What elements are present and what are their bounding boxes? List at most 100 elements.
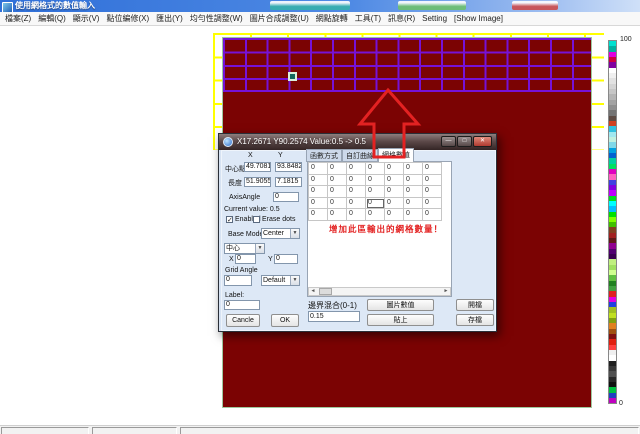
grid-cell[interactable]: 0 [423, 175, 442, 187]
cancel-button[interactable]: Cancle [226, 314, 260, 327]
dialog-title: X17.2671 Y90.2574 Value:0.5 -> 0.5 [237, 134, 366, 149]
axis-angle-field[interactable]: 0 [273, 192, 299, 202]
grid-cell[interactable]: 0 [385, 175, 404, 187]
chevron-down-icon: ▼ [255, 244, 264, 253]
ok-button[interactable]: OK [271, 314, 299, 327]
close-button[interactable]: ✕ [473, 136, 492, 147]
value-grid: 00000000000000000000000000000000000 [308, 162, 442, 221]
scroll-right-icon[interactable]: ► [442, 288, 450, 295]
grid-cell[interactable]: 0 [423, 163, 442, 175]
status-bar [0, 425, 640, 434]
grid-cell[interactable]: 0 [385, 186, 404, 198]
grid-cell[interactable]: 0 [404, 175, 423, 187]
grid-cell[interactable]: 0 [328, 198, 347, 210]
grid-angle-mode-select[interactable]: Default ▼ [261, 275, 300, 286]
grid-angle-field[interactable]: 0 [224, 275, 252, 286]
menu-item[interactable]: [Show Image] [454, 14, 503, 23]
enabled-checkbox[interactable]: ✓ [226, 216, 233, 223]
center-x-field[interactable]: 49.7081 [244, 162, 271, 172]
grid-cell[interactable]: 0 [309, 198, 328, 210]
anchor-value: 中心 [225, 244, 255, 253]
grid-cell[interactable]: 0 [385, 209, 404, 221]
grid-cell[interactable]: 0 [404, 209, 423, 221]
grid-cell[interactable]: 0 [309, 175, 328, 187]
menu-item[interactable]: 均勻性調整(W) [190, 13, 243, 24]
chevron-down-icon: ▼ [290, 229, 299, 238]
selected-point-marker[interactable] [288, 72, 297, 81]
grid-cell[interactable]: 0 [347, 186, 366, 198]
colorbar[interactable] [608, 40, 617, 404]
menu-item[interactable]: 點位編修(X) [106, 13, 149, 24]
minimize-button[interactable]: — [441, 136, 456, 147]
dot-grid [223, 38, 591, 92]
dialog-titlebar[interactable]: X17.2671 Y90.2574 Value:0.5 -> 0.5 — □ ✕ [219, 134, 496, 150]
center-y-field[interactable]: 93.8482 [275, 162, 302, 172]
menu-item[interactable]: 訊息(R) [388, 13, 415, 24]
window-titlebar[interactable]: 使用網格式的數值輸入 [0, 0, 640, 12]
menu-item[interactable]: 圖片合成調整(U) [250, 13, 309, 24]
grid-cell[interactable]: 0 [423, 209, 442, 221]
length-y-field[interactable]: 7.1815 [275, 177, 302, 187]
grid-cell[interactable]: 0 [328, 175, 347, 187]
image-values-button[interactable]: 圖片數值 [367, 299, 434, 311]
menu-item[interactable]: 編輯(Q) [38, 13, 66, 24]
grid-cell[interactable]: 0 [404, 198, 423, 210]
menu-item[interactable]: 檔案(Z) [5, 13, 31, 24]
open-file-button[interactable]: 開檔 [456, 299, 494, 311]
dialog-icon [223, 137, 233, 147]
axis-angle-label: AxisAngle [229, 194, 260, 201]
maximize-button[interactable]: □ [457, 136, 472, 147]
center-label: 中心點 [225, 164, 246, 174]
grid-cell[interactable]: 0 [309, 186, 328, 198]
menu-item[interactable]: 顯示(V) [73, 13, 100, 24]
grid-cell[interactable]: 0 [423, 186, 442, 198]
label-field[interactable]: 0 [224, 300, 260, 310]
colorbar-min-label: 0 [619, 400, 623, 407]
current-value-text: Current value: 0.5 [224, 206, 280, 213]
grid-cell[interactable]: 0 [347, 209, 366, 221]
grid-cell[interactable]: 0 [366, 186, 385, 198]
column-header-x: X [248, 152, 253, 159]
grid-angle-mode-value: Default [262, 276, 290, 285]
base-mode-value: Center [262, 229, 290, 238]
menu-item[interactable]: Setting [422, 14, 447, 23]
grid-cell[interactable]: 0 [404, 186, 423, 198]
grid-cell[interactable]: 0 [366, 163, 385, 175]
scrollbar-thumb[interactable] [319, 288, 332, 295]
anchor-select[interactable]: 中心 ▼ [224, 243, 265, 254]
grid-value-dialog: X17.2671 Y90.2574 Value:0.5 -> 0.5 — □ ✕… [218, 133, 497, 332]
grid-cell[interactable]: 0 [385, 163, 404, 175]
base-mode-label: Base Mode [228, 231, 263, 238]
grid-cell[interactable]: 0 [404, 163, 423, 175]
x-offset-field[interactable]: 0 [235, 254, 256, 264]
grid-cell[interactable]: 0 [309, 209, 328, 221]
erase-dots-label: Erase dots [262, 216, 295, 223]
erase-dots-checkbox[interactable] [253, 216, 260, 223]
grid-cell[interactable]: 0 [385, 198, 404, 210]
grid-cell[interactable]: 0 [347, 198, 366, 210]
boundary-blend-field[interactable]: 0.15 [308, 311, 360, 322]
base-mode-select[interactable]: Center ▼ [261, 228, 300, 239]
grid-cell[interactable]: 0 [328, 186, 347, 198]
tab-3[interactable]: 網格數值 [378, 148, 414, 162]
grid-cell[interactable]: 0 [366, 175, 385, 187]
horizontal-scrollbar[interactable]: ◄ ► [308, 287, 451, 296]
grid-cell[interactable]: 0 [328, 163, 347, 175]
colorbar-band[interactable] [609, 398, 616, 403]
scroll-left-icon[interactable]: ◄ [309, 288, 317, 295]
grid-cell[interactable]: 0 [366, 198, 385, 210]
grid-cell[interactable]: 0 [366, 209, 385, 221]
grid-cell[interactable]: 0 [347, 163, 366, 175]
paste-button[interactable]: 貼上 [367, 314, 434, 326]
y-offset-field[interactable]: 0 [274, 254, 298, 264]
menu-item[interactable]: 匯出(Y) [156, 13, 183, 24]
menu-item[interactable]: 工具(T) [355, 13, 381, 24]
colorbar-max-label: 100 [620, 36, 632, 43]
grid-cell[interactable]: 0 [347, 175, 366, 187]
length-x-field[interactable]: 51.9055 [244, 177, 271, 187]
grid-cell[interactable]: 0 [328, 209, 347, 221]
save-file-button[interactable]: 存檔 [456, 314, 494, 326]
grid-cell[interactable]: 0 [309, 163, 328, 175]
grid-cell[interactable]: 0 [423, 198, 442, 210]
menu-item[interactable]: 網點旋轉 [316, 13, 348, 24]
